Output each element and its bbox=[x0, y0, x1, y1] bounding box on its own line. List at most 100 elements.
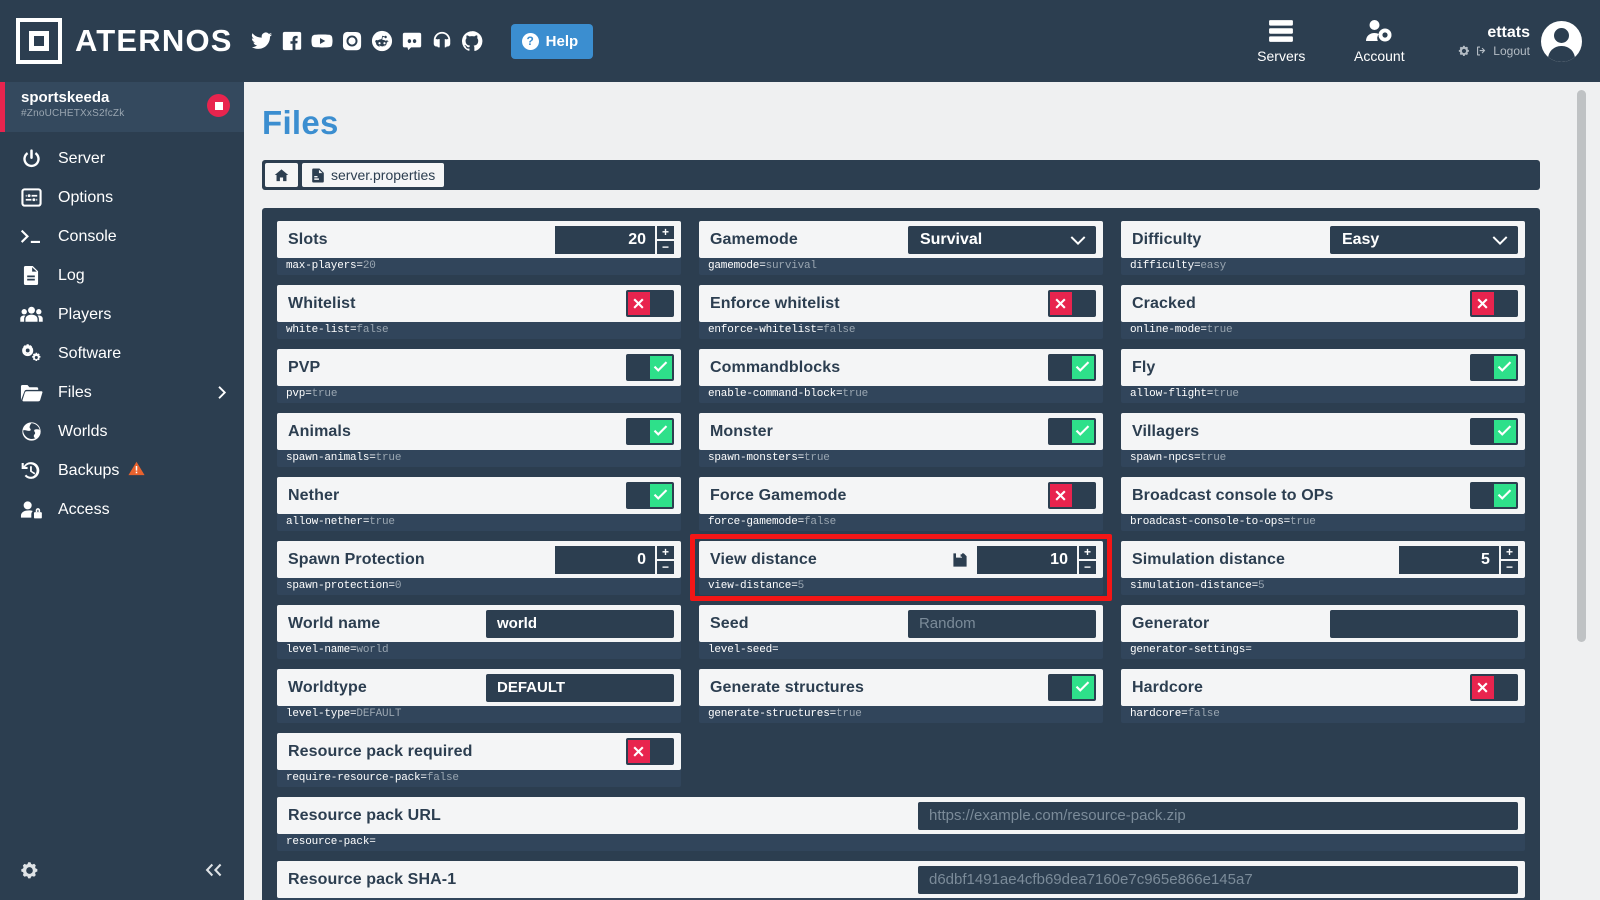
toggle-track-left bbox=[627, 420, 650, 443]
text-input[interactable]: DEFAULT bbox=[485, 673, 674, 702]
stepper-buttons: + − bbox=[656, 545, 674, 574]
github-icon[interactable] bbox=[461, 30, 483, 52]
text-input[interactable]: Random bbox=[907, 609, 1096, 638]
toggle-switch[interactable] bbox=[1047, 674, 1096, 701]
property-row: Villagers bbox=[1120, 413, 1525, 450]
increment-button[interactable]: + bbox=[1078, 545, 1096, 559]
toggle-switch[interactable] bbox=[625, 354, 674, 381]
account-nav-button[interactable]: Account bbox=[1330, 19, 1428, 64]
property-control bbox=[1469, 418, 1518, 445]
property-control bbox=[1047, 674, 1096, 701]
properties-grid: Slots 20 + − max-players=20 Gamemode Survival g… bbox=[277, 221, 1525, 900]
sidebar-item-players[interactable]: Players bbox=[0, 295, 244, 334]
property-key-value: simulation-distance=5 bbox=[1120, 578, 1525, 595]
toggle-switch[interactable] bbox=[625, 418, 674, 445]
twitter-icon[interactable] bbox=[251, 30, 273, 52]
top-header: ATERNOS ? Help Servers Account ettats Lo… bbox=[0, 0, 1600, 82]
number-input[interactable]: 0 bbox=[554, 545, 655, 574]
stop-server-button[interactable] bbox=[207, 94, 230, 117]
increment-button[interactable]: + bbox=[656, 225, 674, 239]
toggle-switch[interactable] bbox=[1469, 354, 1518, 381]
decrement-button[interactable]: − bbox=[1078, 560, 1096, 574]
help-button[interactable]: ? Help bbox=[510, 23, 594, 59]
sidebar-item-worlds[interactable]: Worlds bbox=[0, 412, 244, 451]
decrement-button[interactable]: − bbox=[656, 240, 674, 254]
facebook-icon[interactable] bbox=[281, 30, 303, 52]
current-server-header[interactable]: sportskeeda #ZnoUCHETXxS2fcZk bbox=[0, 82, 244, 132]
property-row: Whitelist bbox=[277, 285, 681, 322]
history-icon bbox=[18, 460, 44, 481]
toggle-switch[interactable] bbox=[1469, 482, 1518, 509]
number-input[interactable]: 5 bbox=[1398, 545, 1499, 574]
property-card: Cracked online-mode=true bbox=[1120, 285, 1525, 339]
avatar[interactable] bbox=[1541, 20, 1582, 62]
teamspeak-icon[interactable] bbox=[431, 30, 453, 52]
vertical-scrollbar[interactable] bbox=[1577, 90, 1586, 642]
sidebar-item-files[interactable]: Files bbox=[0, 373, 244, 412]
select-dropdown[interactable]: Survival bbox=[907, 225, 1096, 254]
sidebar-item-server[interactable]: Server bbox=[0, 139, 244, 178]
toggle-switch[interactable] bbox=[625, 482, 674, 509]
number-stepper: 20 + − bbox=[554, 225, 674, 254]
sidebar-item-console[interactable]: Console bbox=[0, 217, 244, 256]
property-label: Animals bbox=[288, 422, 351, 440]
toggle-switch[interactable] bbox=[1047, 354, 1096, 381]
toggle-track-right bbox=[1493, 676, 1516, 699]
property-label: Simulation distance bbox=[1131, 550, 1286, 568]
property-control bbox=[1469, 482, 1518, 509]
aternos-logo-icon[interactable] bbox=[16, 18, 62, 64]
property-key: gamemode= bbox=[707, 260, 766, 272]
sidebar-item-log[interactable]: Log bbox=[0, 256, 244, 295]
increment-button[interactable]: + bbox=[1500, 545, 1518, 559]
logout-icon[interactable] bbox=[1475, 45, 1488, 57]
toggle-switch[interactable] bbox=[625, 738, 674, 765]
gear-icon[interactable] bbox=[20, 861, 39, 880]
property-key-value: spawn-npcs=true bbox=[1120, 450, 1525, 467]
select-dropdown[interactable]: Easy bbox=[1329, 225, 1518, 254]
increment-button[interactable]: + bbox=[656, 545, 674, 559]
user-menu[interactable]: ettats Logout bbox=[1458, 20, 1582, 62]
text-input[interactable]: d6dbf1491ae4cfb69dea7160e7c965e866e145a7 bbox=[918, 865, 1518, 894]
servers-nav-button[interactable]: Servers bbox=[1232, 19, 1330, 64]
number-input[interactable]: 10 bbox=[976, 545, 1077, 574]
property-value: false bbox=[804, 516, 837, 528]
sidebar-item-access[interactable]: Access bbox=[0, 490, 244, 529]
text-input[interactable]: https://example.com/resource-pack.zip bbox=[918, 801, 1518, 830]
toggle-switch[interactable] bbox=[1469, 418, 1518, 445]
instagram-icon[interactable] bbox=[341, 30, 363, 52]
sidebar-item-options[interactable]: Options bbox=[0, 178, 244, 217]
save-icon[interactable] bbox=[952, 552, 968, 568]
property-row: Seed Random bbox=[698, 605, 1103, 642]
reddit-icon[interactable] bbox=[371, 30, 393, 52]
toggle-switch[interactable] bbox=[1469, 290, 1518, 317]
logout-label[interactable]: Logout bbox=[1493, 44, 1530, 58]
property-value: 0 bbox=[394, 580, 402, 592]
toggle-switch[interactable] bbox=[1047, 482, 1096, 509]
number-input[interactable]: 20 bbox=[554, 225, 655, 254]
property-key: generate-structures= bbox=[707, 708, 837, 720]
collapse-sidebar-icon[interactable] bbox=[202, 860, 224, 880]
toggle-switch[interactable] bbox=[1469, 674, 1518, 701]
youtube-icon[interactable] bbox=[311, 30, 333, 52]
toggle-switch[interactable] bbox=[625, 290, 674, 317]
text-input[interactable]: world bbox=[485, 609, 674, 638]
toggle-switch[interactable] bbox=[1047, 290, 1096, 317]
text-input[interactable] bbox=[1329, 609, 1518, 638]
property-value: true bbox=[1290, 516, 1316, 528]
decrement-button[interactable]: − bbox=[656, 560, 674, 574]
property-row: Resource pack URL https://example.com/res… bbox=[277, 797, 1525, 834]
text-input-placeholder: d6dbf1491ae4cfb69dea7160e7c965e866e145a7 bbox=[929, 871, 1253, 888]
breadcrumb-file[interactable]: server.properties bbox=[302, 163, 445, 187]
decrement-button[interactable]: − bbox=[1500, 560, 1518, 574]
settings-gear-icon[interactable] bbox=[1458, 45, 1470, 57]
property-value: true bbox=[1213, 388, 1239, 400]
property-card: PVP pvp=true bbox=[277, 349, 681, 403]
property-label: Nether bbox=[288, 486, 340, 504]
property-control bbox=[1047, 290, 1096, 317]
property-card: Simulation distance 5 + − simulation-distanc… bbox=[1120, 541, 1525, 595]
sidebar-item-software[interactable]: Software bbox=[0, 334, 244, 373]
toggle-switch[interactable] bbox=[1047, 418, 1096, 445]
sidebar-item-backups[interactable]: Backups bbox=[0, 451, 244, 490]
discord-icon[interactable] bbox=[401, 30, 423, 52]
breadcrumb-home[interactable] bbox=[265, 163, 298, 187]
